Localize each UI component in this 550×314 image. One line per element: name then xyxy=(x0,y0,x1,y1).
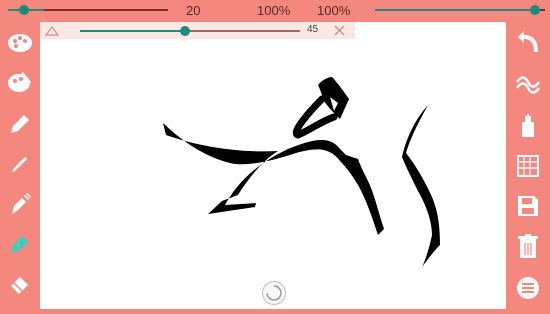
subbar-right xyxy=(355,22,506,39)
pencil-thin-icon[interactable] xyxy=(6,150,34,178)
top-toolbar: 20 100% 100% xyxy=(0,0,550,22)
pencil-icon[interactable] xyxy=(6,110,34,138)
brush-size-value: 20 xyxy=(186,3,201,18)
angle-bar: 45 xyxy=(40,22,355,39)
flow-slider[interactable] xyxy=(375,5,545,15)
trash-icon[interactable] xyxy=(514,232,542,260)
angle-value: 45 xyxy=(307,24,319,35)
flow-value: 100% xyxy=(317,3,351,18)
angle-slider[interactable] xyxy=(80,26,300,36)
drawing-strokes xyxy=(163,77,440,267)
eraser-icon[interactable] xyxy=(6,270,34,298)
palette-alt-icon[interactable] xyxy=(6,68,34,96)
slider-knob[interactable] xyxy=(19,5,29,15)
grid-icon[interactable] xyxy=(514,152,542,180)
menu-icon[interactable] xyxy=(514,274,542,302)
wave-icon[interactable] xyxy=(514,70,542,98)
save-icon[interactable] xyxy=(514,192,542,220)
close-icon[interactable] xyxy=(334,25,345,36)
undo-icon[interactable] xyxy=(514,28,542,56)
spray-icon[interactable] xyxy=(6,190,34,218)
drawing-canvas[interactable] xyxy=(40,39,506,309)
loading-spinner xyxy=(262,281,286,305)
bucket-icon[interactable] xyxy=(514,112,542,140)
opacity-value: 100% xyxy=(257,3,291,18)
triangle-icon[interactable] xyxy=(45,25,59,36)
brush-size-slider[interactable] xyxy=(8,5,168,15)
slider-knob[interactable] xyxy=(180,26,190,36)
left-toolbar xyxy=(0,22,40,309)
refresh-icon xyxy=(266,285,282,301)
palette-icon[interactable] xyxy=(6,29,34,57)
pen-nib-icon[interactable] xyxy=(6,230,34,258)
slider-knob[interactable] xyxy=(530,5,540,15)
right-toolbar xyxy=(506,22,550,309)
